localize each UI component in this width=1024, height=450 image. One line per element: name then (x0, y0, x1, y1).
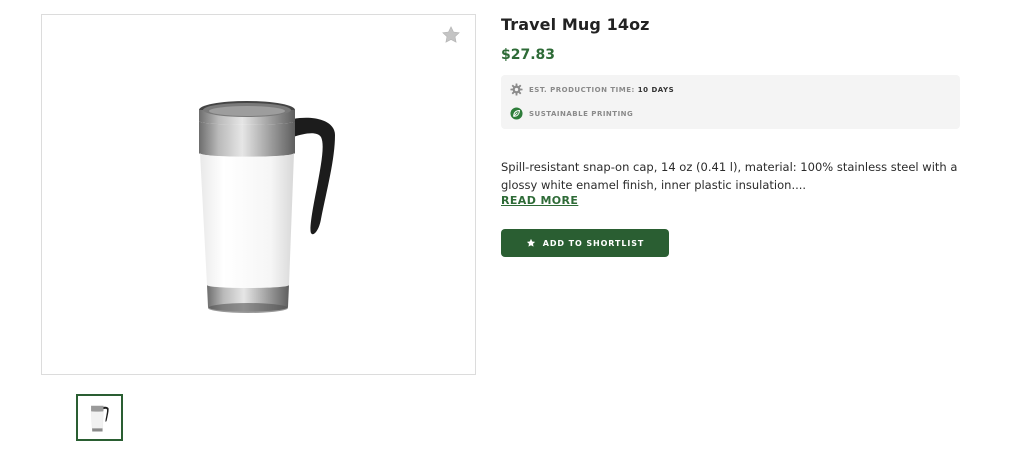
mug-thumbnail-icon (91, 405, 109, 432)
product-image-frame (41, 14, 476, 375)
production-time-row: EST. PRODUCTION TIME: 10 DAYS (510, 83, 674, 96)
thumbnail-image[interactable] (76, 394, 123, 441)
add-to-shortlist-button[interactable]: ADD TO SHORTLIST (501, 229, 669, 257)
product-price: $27.83 (501, 47, 556, 63)
add-to-shortlist-label: ADD TO SHORTLIST (542, 238, 645, 248)
read-more-link[interactable]: READ MORE (501, 194, 578, 207)
product-description: Spill-resistant snap-on cap, 14 oz (0.41… (501, 160, 958, 192)
sustainable-printing-label: SUSTAINABLE PRINTING (529, 109, 634, 118)
production-time-label: EST. PRODUCTION TIME: (529, 85, 635, 94)
product-image (199, 101, 335, 313)
product-page: Travel Mug 14oz $27.83 EST. PRODUCTION T… (0, 0, 1024, 450)
gear-icon (510, 83, 523, 96)
production-info-box: EST. PRODUCTION TIME: 10 DAYS SUSTAINABL… (501, 75, 960, 129)
leaf-icon (510, 107, 523, 120)
production-time-value: 10 DAYS (637, 85, 675, 94)
product-title: Travel Mug 14oz (501, 15, 650, 34)
favorite-star-icon[interactable] (441, 25, 461, 45)
sustainable-printing-row: SUSTAINABLE PRINTING (510, 107, 633, 120)
star-icon (526, 238, 535, 247)
